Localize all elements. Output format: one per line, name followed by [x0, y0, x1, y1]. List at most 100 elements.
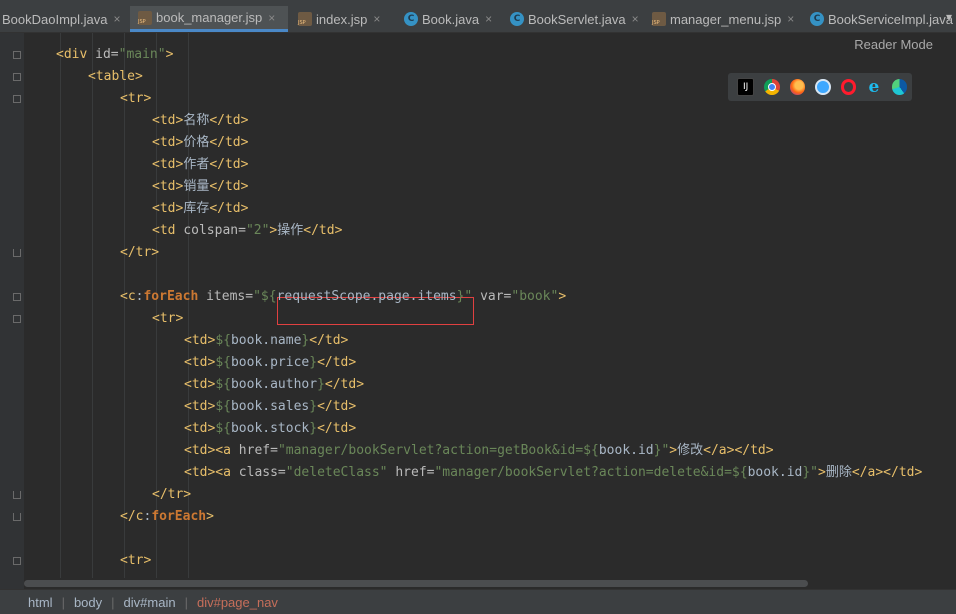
code-token: <td><a [184, 443, 239, 458]
code-token: "manager/bookServlet?action=delete&id=${ [434, 465, 748, 480]
safari-icon[interactable] [815, 79, 831, 95]
fold-marker[interactable] [13, 95, 21, 103]
code-token: </td> [209, 113, 249, 128]
code-token: <tr> [120, 91, 152, 106]
code-token: ${ [215, 333, 231, 348]
tab-manager-menu-jsp[interactable]: manager_menu.jsp × [644, 6, 802, 32]
tab-index-jsp[interactable]: index.jsp × [290, 6, 396, 32]
fold-marker[interactable] [13, 557, 21, 565]
code-token: <td> [152, 157, 184, 172]
code-token: </td> [317, 399, 357, 414]
fold-end-marker[interactable] [13, 491, 21, 499]
code-line: <td>名称</td> [152, 110, 248, 132]
code-token: class= [238, 465, 286, 480]
firefox-icon[interactable] [789, 79, 806, 95]
close-icon[interactable]: × [373, 12, 380, 26]
fold-marker[interactable] [13, 293, 21, 301]
close-icon[interactable]: × [268, 11, 275, 25]
close-icon[interactable]: × [632, 12, 639, 26]
code-line: <c:forEach items="${requestScope.page.it… [120, 286, 566, 308]
fold-end-marker[interactable] [13, 513, 21, 521]
code-token: book.name [230, 333, 302, 348]
code-token: book.id [598, 443, 654, 458]
code-line: </tr> [120, 242, 159, 264]
breadcrumb-separator: | [61, 594, 65, 610]
tab-book-java[interactable]: C Book.java × [396, 6, 502, 32]
code-token: <td> [184, 333, 216, 348]
code-token: </td> [317, 355, 357, 370]
fold-marker[interactable] [13, 315, 21, 323]
horizontal-scrollbar[interactable] [24, 578, 956, 589]
code-token: <td> [184, 377, 216, 392]
code-token: book.id [747, 465, 803, 480]
code-token: ${ [215, 421, 231, 436]
tab-label: BookServiceImpl.java [828, 11, 953, 27]
code-line: </c:forEach> [120, 506, 214, 528]
code-line: <td>库存</td> [152, 198, 248, 220]
fold-marker[interactable] [13, 51, 21, 59]
reader-mode-toggle[interactable]: Reader Mode [854, 37, 933, 52]
code-line: <td>价格</td> [152, 132, 248, 154]
close-icon[interactable]: × [114, 12, 121, 26]
chrome-icon[interactable] [764, 79, 780, 95]
code-token: </tr> [120, 245, 160, 260]
code-token: <td [152, 223, 184, 238]
breadcrumb-item[interactable]: html [28, 595, 53, 610]
code-token: book.stock [230, 421, 310, 436]
code-token: <c [120, 289, 136, 304]
tab-bookserviceimpl-java[interactable]: C BookServiceImpl.java [802, 6, 953, 32]
code-token: <td> [184, 399, 216, 414]
code-token: <td> [152, 201, 184, 216]
breadcrumb-separator: | [184, 594, 188, 610]
code-token: > [206, 509, 214, 524]
edge-icon[interactable] [891, 79, 908, 95]
code-token: </td> [209, 135, 249, 150]
code-token: id= [95, 47, 119, 62]
horizontal-scrollbar-thumb[interactable] [24, 580, 808, 587]
code-line: <td>作者</td> [152, 154, 248, 176]
code-token: 销量 [183, 179, 210, 194]
code-token: 修改 [677, 443, 704, 458]
code-token: 作者 [183, 157, 210, 172]
code-token: </c [120, 509, 144, 524]
code-line: <td><a href="manager/bookServlet?action=… [184, 440, 774, 462]
breadcrumb-item[interactable]: div#main [124, 595, 176, 610]
code-token: </td> [209, 157, 249, 172]
breadcrumb-item[interactable]: body [74, 595, 102, 610]
close-icon[interactable]: × [787, 12, 794, 26]
code-token: <td> [184, 421, 216, 436]
code-line: <td colspan="2">操作</td> [152, 220, 342, 242]
ie-icon[interactable]: e [866, 77, 881, 97]
code-token: } [309, 399, 318, 414]
intellij-icon[interactable]: IJ [737, 78, 755, 96]
tab-overflow-chevron-icon[interactable]: ▾ [946, 10, 952, 24]
indent-guide [60, 33, 61, 578]
code-token: </a></td> [703, 443, 774, 458]
code-token: 操作 [277, 223, 304, 238]
tab-book-manager-jsp[interactable]: book_manager.jsp × [130, 6, 288, 32]
code-token: "deleteClass" [285, 465, 396, 480]
code-token: <td> [152, 135, 184, 150]
fold-marker[interactable] [13, 73, 21, 81]
editor-tab-bar: CBookServiceImpl.javamanager_menu.jsp× CB… [0, 6, 956, 33]
fold-end-marker[interactable] [13, 249, 21, 257]
opera-icon[interactable] [840, 79, 857, 95]
jsp-file-icon [138, 10, 152, 25]
close-icon[interactable]: × [485, 12, 492, 26]
code-token: <table> [88, 69, 143, 84]
code-line: <tr> [120, 88, 151, 110]
code-token: "book" [511, 289, 559, 304]
code-token: book.price [230, 355, 310, 370]
code-line: </tr> [152, 484, 191, 506]
tab-bookservlet-java[interactable]: C BookServlet.java × [502, 6, 642, 32]
code-editor[interactable]: <div id="main"> <table> <tr> <td>名称</td> <td… [24, 33, 956, 578]
tab-label: BookServlet.java [528, 11, 626, 27]
code-token: 删除 [825, 465, 852, 480]
breadcrumb-item[interactable]: div#page_nav [197, 595, 278, 610]
tab-bookdaoimpl-java[interactable]: BookDaoImpl.java × [0, 6, 128, 32]
code-line: <tr> [152, 308, 183, 330]
code-token: } [317, 377, 325, 392]
code-token: > [558, 289, 567, 304]
code-line: <td>${book.sales}</td> [184, 396, 356, 418]
code-token: }" [802, 465, 819, 480]
